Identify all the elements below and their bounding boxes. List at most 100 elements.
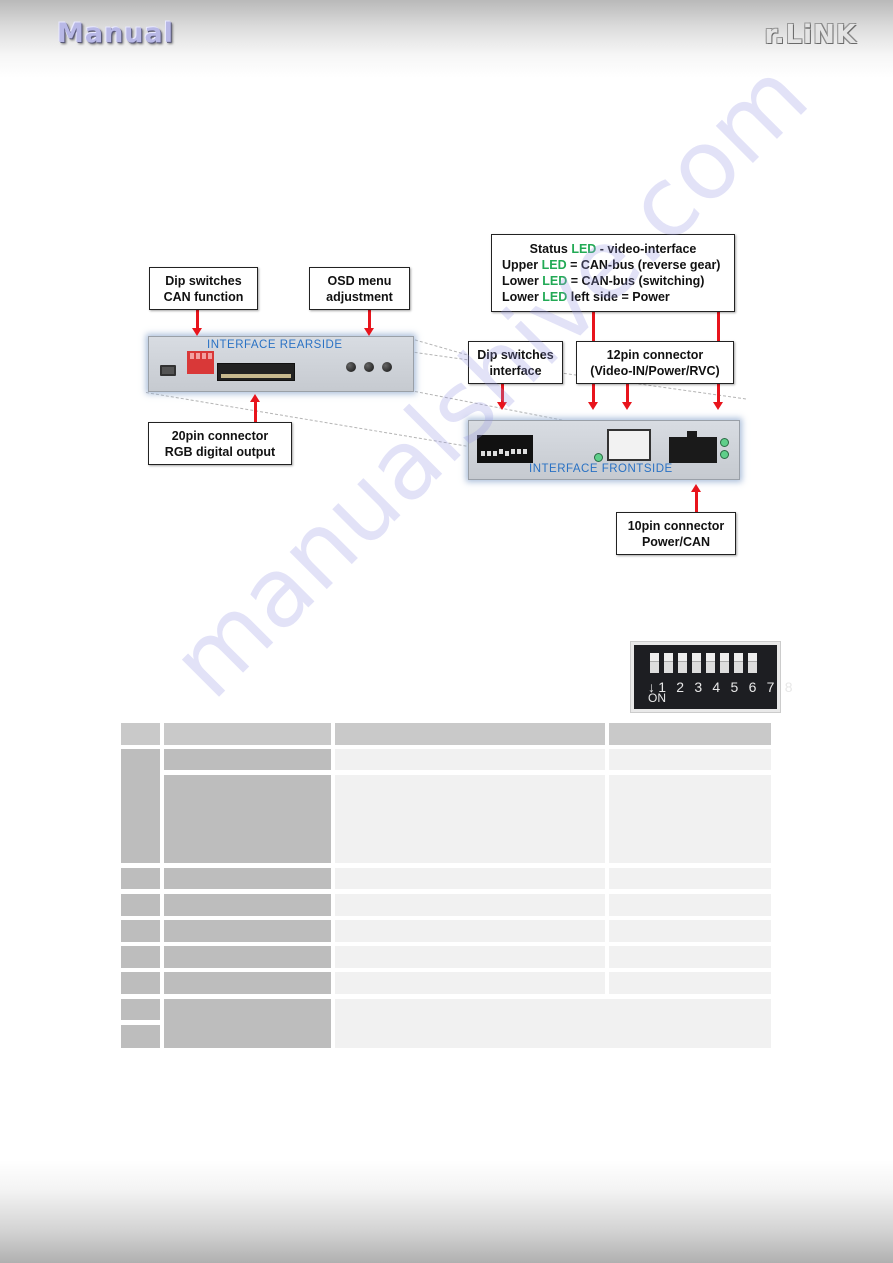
callout-status-led: Status LED - video-interface Upper LED =… bbox=[491, 234, 735, 312]
callout-12pin: 12pin connector (Video-IN/Power/RVC) bbox=[576, 341, 734, 384]
callout-line: CAN function bbox=[163, 289, 244, 304]
table-cell bbox=[609, 868, 771, 889]
table-cell bbox=[121, 749, 160, 863]
dip-switch-lever bbox=[706, 653, 715, 673]
table-cell bbox=[609, 972, 771, 994]
status-led-power: Lower LED left side = Power bbox=[502, 290, 670, 304]
dip-switch-lever bbox=[720, 653, 729, 673]
osd-button-icon[interactable] bbox=[346, 362, 356, 372]
arrow-line bbox=[717, 311, 720, 341]
table-header-cell bbox=[335, 723, 605, 745]
power-led-icon bbox=[594, 453, 603, 462]
osd-button-icon[interactable] bbox=[382, 362, 392, 372]
table-cell bbox=[164, 868, 331, 889]
arrow-down-icon bbox=[364, 309, 374, 336]
upper-led-icon bbox=[720, 438, 729, 447]
frontside-label: INTERFACE FRONTSIDE bbox=[529, 463, 673, 475]
table-cell bbox=[164, 972, 331, 994]
12pin-connector-icon bbox=[607, 429, 651, 461]
table-cell bbox=[164, 775, 331, 863]
callout-line: adjustment bbox=[326, 289, 393, 304]
table-cell bbox=[164, 946, 331, 968]
table-cell bbox=[609, 920, 771, 942]
table-cell bbox=[335, 999, 771, 1048]
table-header-cell bbox=[121, 723, 160, 745]
table-cell bbox=[121, 894, 160, 916]
usb-port-icon bbox=[160, 365, 176, 376]
arrow-up-icon bbox=[250, 394, 260, 422]
arrow-down-icon bbox=[588, 383, 598, 410]
table-cell bbox=[164, 894, 331, 916]
dip-switch-numbers: ↓1 2 3 4 5 6 7 8 bbox=[648, 679, 796, 695]
table-cell bbox=[164, 999, 331, 1048]
table-cell bbox=[335, 775, 605, 863]
table-cell bbox=[335, 972, 605, 994]
dip-switch-lever bbox=[678, 653, 687, 673]
callout-osd: OSD menu adjustment bbox=[309, 267, 410, 310]
callout-10pin: 10pin connector Power/CAN bbox=[616, 512, 736, 555]
table-cell bbox=[121, 999, 160, 1020]
page-header: Manual r.LiNK bbox=[0, 0, 893, 78]
rlink-logo: r.LiNK bbox=[764, 20, 857, 50]
callout-20pin: 20pin connector RGB digital output bbox=[148, 422, 292, 465]
table-cell bbox=[335, 749, 605, 770]
osd-button-icon[interactable] bbox=[364, 362, 374, 372]
interface-frontside: INTERFACE FRONTSIDE bbox=[468, 420, 740, 480]
callout-line: Dip switches bbox=[165, 273, 242, 288]
table-cell bbox=[609, 894, 771, 916]
table-cell bbox=[121, 946, 160, 968]
arrow-down-icon bbox=[497, 383, 507, 410]
arrow-down-icon bbox=[192, 309, 202, 336]
status-led-upper: Upper LED = CAN-bus (reverse gear) bbox=[502, 258, 721, 272]
callout-line: 20pin connector bbox=[171, 428, 269, 443]
dip-switch-lever bbox=[664, 653, 673, 673]
20pin-connector-icon bbox=[217, 363, 295, 381]
lower-led-icon bbox=[720, 450, 729, 459]
table-cell bbox=[121, 972, 160, 994]
table-cell bbox=[335, 946, 605, 968]
callout-line: Dip switches bbox=[477, 347, 554, 362]
table-cell bbox=[121, 920, 160, 942]
table-cell bbox=[335, 868, 605, 889]
status-led-lower: Lower LED = CAN-bus (switching) bbox=[502, 274, 705, 288]
table-cell bbox=[609, 775, 771, 863]
arrow-up-icon bbox=[691, 484, 701, 512]
rearside-label: INTERFACE REARSIDE bbox=[207, 339, 343, 351]
interface-rearside: INTERFACE REARSIDE bbox=[148, 336, 414, 392]
callout-dip-can: Dip switches CAN function bbox=[149, 267, 258, 310]
dip-switch-on-label: ON bbox=[648, 691, 666, 705]
perspective-line bbox=[409, 390, 568, 422]
table-cell bbox=[121, 1025, 160, 1048]
table-header-cell bbox=[609, 723, 771, 745]
callout-line: RGB digital output bbox=[164, 444, 276, 459]
arrow-down-icon bbox=[713, 383, 723, 410]
table-cell bbox=[609, 749, 771, 770]
10pin-connector-icon bbox=[669, 437, 717, 463]
status-led-title: Status LED - video-interface bbox=[529, 242, 697, 256]
page-footer bbox=[0, 1160, 893, 1263]
black-dip-switch-icon bbox=[477, 435, 533, 463]
dip-switch-photo: ↓1 2 3 4 5 6 7 8 ON bbox=[631, 642, 793, 712]
dip-switch-lever bbox=[748, 653, 757, 673]
table-cell bbox=[121, 868, 160, 889]
dip-switch-lever bbox=[692, 653, 701, 673]
arrow-line bbox=[592, 311, 595, 341]
manual-logo: Manual bbox=[57, 18, 175, 49]
table-cell bbox=[164, 920, 331, 942]
table-cell bbox=[609, 946, 771, 968]
table-cell bbox=[335, 894, 605, 916]
callout-line: (Video-IN/Power/RVC) bbox=[590, 363, 720, 378]
callout-line: interface bbox=[489, 363, 542, 378]
dip-switch-lever bbox=[650, 653, 659, 673]
callout-line: Power/CAN bbox=[641, 534, 711, 549]
callout-line: 10pin connector bbox=[627, 518, 725, 533]
table-cell bbox=[164, 749, 331, 770]
callout-line: OSD menu bbox=[327, 273, 392, 288]
arrow-down-icon bbox=[622, 383, 632, 410]
callout-dip-interface: Dip switches interface bbox=[468, 341, 563, 384]
dip-switch-lever bbox=[734, 653, 743, 673]
table-cell bbox=[335, 920, 605, 942]
table-header-cell bbox=[164, 723, 331, 745]
connector-latch bbox=[687, 431, 697, 439]
red-dip-switch-icon bbox=[187, 351, 214, 374]
